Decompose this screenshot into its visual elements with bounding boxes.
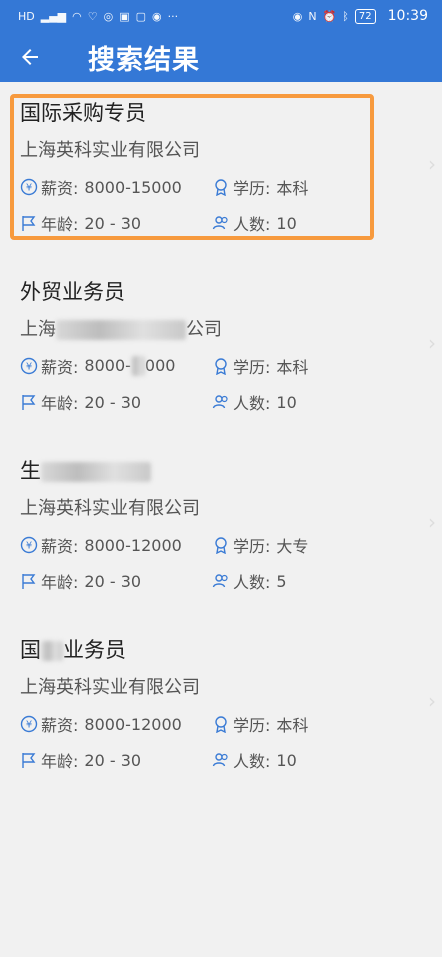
age-value: 20 - 30 (84, 392, 142, 412)
target-icon: ◉ (152, 9, 162, 23)
chevron-right-icon: › (428, 331, 436, 355)
eye-icon: ◉ (292, 9, 303, 23)
flag-icon (22, 753, 36, 768)
medal-icon (215, 179, 227, 196)
salary-value: 8000-15000 (84, 177, 182, 197)
wifi-icon: ◠ (72, 9, 82, 23)
app-bar: 搜索结果 (0, 32, 442, 82)
more-icon: ··· (167, 9, 179, 23)
salary-label: 薪资: (41, 358, 79, 377)
job-card[interactable]: 国际采购专员 上海英科实业有限公司 ¥ 薪资: 8000-15000 学历: 本… (0, 82, 442, 261)
back-button[interactable] (0, 32, 60, 82)
people-icon (212, 574, 228, 588)
job-title: 国际采购专员 (20, 101, 146, 125)
headcount-label: 人数: (233, 215, 271, 234)
education-value: 本科 (276, 716, 309, 735)
education-label: 学历: (233, 716, 271, 735)
heart-icon: ♡ (87, 9, 98, 23)
clock: 10:39 (387, 8, 428, 24)
salary-value: 8000- 000 (84, 355, 176, 377)
redacted-text (41, 462, 151, 482)
flag-icon (22, 216, 36, 231)
signal-icon: ▂▄▆ (40, 9, 67, 23)
education-label: 学历: (233, 179, 271, 198)
age-label: 年龄: (41, 394, 79, 413)
company-name: 上海英科实业有限公司 (20, 140, 200, 161)
alarm-icon: ⏰ (322, 9, 337, 23)
job-card[interactable]: 外贸业务员 上海 公司 ¥ 薪资: 8000- 000 学历: 本科 年龄: 20 … (0, 261, 442, 440)
svg-text:¥: ¥ (26, 362, 32, 373)
headcount-label: 人数: (233, 752, 271, 771)
education-value: 本科 (276, 179, 309, 198)
medal-icon (215, 537, 227, 554)
age-label: 年龄: (41, 573, 79, 592)
flag-icon (22, 574, 36, 589)
results-list: 国际采购专员 上海英科实业有限公司 ¥ 薪资: 8000-15000 学历: 本… (0, 82, 442, 798)
company-name: 上海英科实业有限公司 (20, 677, 200, 698)
people-icon (212, 216, 228, 230)
svg-text:¥: ¥ (26, 183, 32, 194)
job-title: 外贸业务员 (20, 280, 125, 304)
salary-value: 8000-12000 (84, 535, 182, 555)
headcount-value: 5 (276, 571, 287, 591)
job-title: 生 (20, 454, 442, 488)
redacted-text (41, 641, 63, 661)
status-bar: HD ▂▄▆ ◠ ♡ ◎ ▣ ▢ ◉ ··· ◉ N ⏰ ᛒ 72 10:39 (0, 0, 442, 32)
app-icon: ▣ (119, 9, 130, 23)
bluetooth-icon: ᛒ (342, 9, 349, 23)
chevron-right-icon: › (428, 152, 436, 176)
nfc-icon: N (308, 9, 317, 23)
status-icons-left: HD ▂▄▆ ◠ ♡ ◎ ▣ ▢ ◉ ··· (18, 10, 178, 23)
redacted-text (56, 320, 186, 340)
education-label: 学历: (233, 358, 271, 377)
svg-text:¥: ¥ (26, 720, 32, 731)
age-label: 年龄: (41, 752, 79, 771)
chevron-right-icon: › (428, 510, 436, 534)
salary-label: 薪资: (41, 179, 79, 198)
yuan-icon: ¥ (20, 357, 38, 375)
battery-indicator: 72 (354, 8, 376, 24)
headcount-value: 10 (276, 392, 297, 412)
yuan-icon: ¥ (20, 536, 38, 554)
hd-icon: HD (18, 9, 35, 23)
redacted-text (130, 356, 145, 377)
chevron-right-icon: › (428, 689, 436, 713)
yuan-icon: ¥ (20, 715, 38, 733)
company-name: 上海英科实业有限公司 (20, 498, 200, 519)
education-value: 本科 (276, 358, 309, 377)
headcount-value: 10 (276, 750, 297, 770)
app-icon-2: ▢ (135, 9, 147, 23)
svg-text:¥: ¥ (26, 541, 32, 552)
job-title: 国业务员 (20, 638, 126, 662)
salary-label: 薪资: (41, 537, 79, 556)
people-icon (212, 395, 228, 409)
age-value: 20 - 30 (84, 571, 142, 591)
page-title: 搜索结果 (88, 44, 200, 76)
education-value: 大专 (276, 537, 309, 556)
medal-icon (215, 358, 227, 375)
salary-value: 8000-12000 (84, 714, 182, 734)
age-value: 20 - 30 (84, 750, 142, 770)
arrow-left-icon (22, 49, 38, 65)
people-icon (212, 753, 228, 767)
yuan-icon: ¥ (20, 178, 38, 196)
headcount-label: 人数: (233, 394, 271, 413)
headcount-value: 10 (276, 213, 297, 233)
job-card[interactable]: 国业务员 上海英科实业有限公司 ¥ 薪资: 8000-12000 学历: 本科 … (0, 619, 442, 798)
age-value: 20 - 30 (84, 213, 142, 233)
company-name: 上海 公司 (20, 319, 222, 340)
medal-icon (215, 716, 227, 733)
headcount-label: 人数: (233, 573, 271, 592)
status-icons-right: ◉ N ⏰ ᛒ 72 10:39 (293, 8, 428, 24)
chat-icon: ◎ (103, 9, 114, 23)
flag-icon (22, 395, 36, 410)
age-label: 年龄: (41, 215, 79, 234)
education-label: 学历: (233, 537, 271, 556)
job-card[interactable]: 生 上海英科实业有限公司 ¥ 薪资: 8000-12000 学历: 大专 年龄:… (0, 440, 442, 619)
salary-label: 薪资: (41, 716, 79, 735)
